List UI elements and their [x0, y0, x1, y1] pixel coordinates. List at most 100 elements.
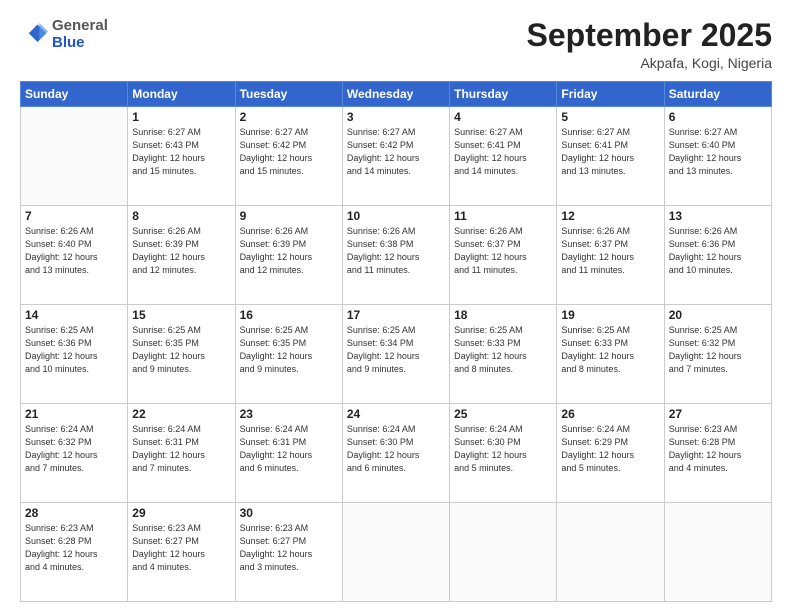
calendar-cell: 22 Sunrise: 6:24 AM Sunset: 6:31 PM Dayli…: [128, 404, 235, 503]
day-number: 23: [240, 407, 338, 421]
calendar-cell: [21, 107, 128, 206]
calendar-cell: 27 Sunrise: 6:23 AM Sunset: 6:28 PM Dayli…: [664, 404, 771, 503]
month-title: September 2025: [527, 18, 772, 53]
day-number: 28: [25, 506, 123, 520]
day-info: Sunrise: 6:27 AM Sunset: 6:43 PM Dayligh…: [132, 126, 230, 178]
day-number: 4: [454, 110, 552, 124]
calendar-week-row: 28 Sunrise: 6:23 AM Sunset: 6:28 PM Dayli…: [21, 503, 772, 602]
page: General Blue September 2025 Akpafa, Kogi…: [0, 0, 792, 612]
calendar-cell: 28 Sunrise: 6:23 AM Sunset: 6:28 PM Dayli…: [21, 503, 128, 602]
day-info: Sunrise: 6:24 AM Sunset: 6:31 PM Dayligh…: [132, 423, 230, 475]
day-number: 17: [347, 308, 445, 322]
day-number: 25: [454, 407, 552, 421]
calendar-cell: 17 Sunrise: 6:25 AM Sunset: 6:34 PM Dayli…: [342, 305, 449, 404]
location: Akpafa, Kogi, Nigeria: [527, 55, 772, 71]
day-info: Sunrise: 6:25 AM Sunset: 6:34 PM Dayligh…: [347, 324, 445, 376]
logo-general-text: General: [52, 17, 108, 34]
day-info: Sunrise: 6:23 AM Sunset: 6:28 PM Dayligh…: [25, 522, 123, 574]
day-number: 12: [561, 209, 659, 223]
day-info: Sunrise: 6:26 AM Sunset: 6:37 PM Dayligh…: [454, 225, 552, 277]
calendar-cell: 2Sunrise: 6:27 AM Sunset: 6:42 PM Daylig…: [235, 107, 342, 206]
calendar-cell: 20 Sunrise: 6:25 AM Sunset: 6:32 PM Dayli…: [664, 305, 771, 404]
calendar-cell: 6 Sunrise: 6:27 AM Sunset: 6:40 PM Daylig…: [664, 107, 771, 206]
calendar-cell: [342, 503, 449, 602]
calendar-cell: 12 Sunrise: 6:26 AM Sunset: 6:37 PM Dayli…: [557, 206, 664, 305]
day-info: Sunrise: 6:24 AM Sunset: 6:32 PM Dayligh…: [25, 423, 123, 475]
day-info: Sunrise: 6:23 AM Sunset: 6:27 PM Dayligh…: [240, 522, 338, 574]
day-info: Sunrise: 6:24 AM Sunset: 6:31 PM Dayligh…: [240, 423, 338, 475]
calendar-cell: 13Sunrise: 6:26 AM Sunset: 6:36 PM Dayli…: [664, 206, 771, 305]
calendar-week-row: 21 Sunrise: 6:24 AM Sunset: 6:32 PM Dayli…: [21, 404, 772, 503]
day-number: 18: [454, 308, 552, 322]
day-number: 24: [347, 407, 445, 421]
calendar-cell: 30Sunrise: 6:23 AM Sunset: 6:27 PM Dayli…: [235, 503, 342, 602]
day-number: 11: [454, 209, 552, 223]
calendar-cell: 3 Sunrise: 6:27 AM Sunset: 6:42 PM Daylig…: [342, 107, 449, 206]
day-number: 14: [25, 308, 123, 322]
day-info: Sunrise: 6:27 AM Sunset: 6:41 PM Dayligh…: [561, 126, 659, 178]
day-info: Sunrise: 6:24 AM Sunset: 6:30 PM Dayligh…: [347, 423, 445, 475]
calendar-cell: 8 Sunrise: 6:26 AM Sunset: 6:39 PM Daylig…: [128, 206, 235, 305]
day-info: Sunrise: 6:25 AM Sunset: 6:32 PM Dayligh…: [669, 324, 767, 376]
calendar-header-row: SundayMondayTuesdayWednesdayThursdayFrid…: [21, 82, 772, 107]
day-info: Sunrise: 6:27 AM Sunset: 6:41 PM Dayligh…: [454, 126, 552, 178]
calendar-cell: 11 Sunrise: 6:26 AM Sunset: 6:37 PM Dayli…: [450, 206, 557, 305]
day-header-tuesday: Tuesday: [235, 82, 342, 107]
calendar-week-row: 1 Sunrise: 6:27 AM Sunset: 6:43 PM Daylig…: [21, 107, 772, 206]
day-info: Sunrise: 6:25 AM Sunset: 6:35 PM Dayligh…: [132, 324, 230, 376]
day-info: Sunrise: 6:26 AM Sunset: 6:36 PM Dayligh…: [669, 225, 767, 277]
day-number: 21: [25, 407, 123, 421]
day-number: 15: [132, 308, 230, 322]
day-number: 26: [561, 407, 659, 421]
calendar-cell: 16Sunrise: 6:25 AM Sunset: 6:35 PM Dayli…: [235, 305, 342, 404]
calendar-cell: 24 Sunrise: 6:24 AM Sunset: 6:30 PM Dayli…: [342, 404, 449, 503]
calendar-week-row: 14 Sunrise: 6:25 AM Sunset: 6:36 PM Dayli…: [21, 305, 772, 404]
calendar-cell: 10Sunrise: 6:26 AM Sunset: 6:38 PM Dayli…: [342, 206, 449, 305]
day-info: Sunrise: 6:26 AM Sunset: 6:37 PM Dayligh…: [561, 225, 659, 277]
day-header-saturday: Saturday: [664, 82, 771, 107]
calendar-cell: [557, 503, 664, 602]
day-header-sunday: Sunday: [21, 82, 128, 107]
day-number: 20: [669, 308, 767, 322]
day-number: 8: [132, 209, 230, 223]
day-info: Sunrise: 6:24 AM Sunset: 6:29 PM Dayligh…: [561, 423, 659, 475]
day-info: Sunrise: 6:26 AM Sunset: 6:39 PM Dayligh…: [132, 225, 230, 277]
day-number: 3: [347, 110, 445, 124]
calendar-cell: 26 Sunrise: 6:24 AM Sunset: 6:29 PM Dayli…: [557, 404, 664, 503]
day-info: Sunrise: 6:25 AM Sunset: 6:36 PM Dayligh…: [25, 324, 123, 376]
day-number: 5: [561, 110, 659, 124]
calendar-cell: 9 Sunrise: 6:26 AM Sunset: 6:39 PM Daylig…: [235, 206, 342, 305]
day-header-wednesday: Wednesday: [342, 82, 449, 107]
day-number: 19: [561, 308, 659, 322]
calendar-cell: 29Sunrise: 6:23 AM Sunset: 6:27 PM Dayli…: [128, 503, 235, 602]
day-header-monday: Monday: [128, 82, 235, 107]
calendar-cell: [664, 503, 771, 602]
day-info: Sunrise: 6:26 AM Sunset: 6:39 PM Dayligh…: [240, 225, 338, 277]
calendar-cell: 14 Sunrise: 6:25 AM Sunset: 6:36 PM Dayli…: [21, 305, 128, 404]
calendar-cell: 23 Sunrise: 6:24 AM Sunset: 6:31 PM Dayli…: [235, 404, 342, 503]
calendar-cell: 1 Sunrise: 6:27 AM Sunset: 6:43 PM Daylig…: [128, 107, 235, 206]
calendar-cell: 21 Sunrise: 6:24 AM Sunset: 6:32 PM Dayli…: [21, 404, 128, 503]
day-info: Sunrise: 6:25 AM Sunset: 6:35 PM Dayligh…: [240, 324, 338, 376]
day-number: 10: [347, 209, 445, 223]
day-info: Sunrise: 6:23 AM Sunset: 6:28 PM Dayligh…: [669, 423, 767, 475]
day-info: Sunrise: 6:23 AM Sunset: 6:27 PM Dayligh…: [132, 522, 230, 574]
day-number: 27: [669, 407, 767, 421]
calendar-cell: [450, 503, 557, 602]
day-info: Sunrise: 6:26 AM Sunset: 6:40 PM Dayligh…: [25, 225, 123, 277]
calendar-cell: 4 Sunrise: 6:27 AM Sunset: 6:41 PM Daylig…: [450, 107, 557, 206]
day-info: Sunrise: 6:25 AM Sunset: 6:33 PM Dayligh…: [454, 324, 552, 376]
day-header-thursday: Thursday: [450, 82, 557, 107]
day-info: Sunrise: 6:25 AM Sunset: 6:33 PM Dayligh…: [561, 324, 659, 376]
day-info: Sunrise: 6:24 AM Sunset: 6:30 PM Dayligh…: [454, 423, 552, 475]
day-info: Sunrise: 6:27 AM Sunset: 6:42 PM Dayligh…: [347, 126, 445, 178]
calendar-cell: 15 Sunrise: 6:25 AM Sunset: 6:35 PM Dayli…: [128, 305, 235, 404]
day-number: 22: [132, 407, 230, 421]
day-number: 9: [240, 209, 338, 223]
day-header-friday: Friday: [557, 82, 664, 107]
day-number: 6: [669, 110, 767, 124]
logo-blue-text: Blue: [52, 34, 85, 51]
calendar-week-row: 7Sunrise: 6:26 AM Sunset: 6:40 PM Daylig…: [21, 206, 772, 305]
day-number: 1: [132, 110, 230, 124]
day-info: Sunrise: 6:27 AM Sunset: 6:40 PM Dayligh…: [669, 126, 767, 178]
